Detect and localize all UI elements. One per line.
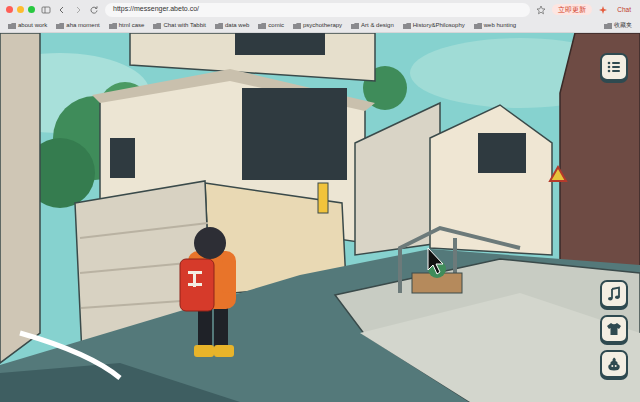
game-canvas[interactable] bbox=[0, 33, 640, 402]
folder-icon bbox=[258, 23, 266, 29]
music-note-icon bbox=[606, 286, 622, 302]
close-icon[interactable] bbox=[6, 6, 13, 13]
bookmark-label[interactable]: Chat with Tabbit bbox=[163, 21, 206, 30]
emote-button[interactable] bbox=[600, 350, 628, 378]
folder-label[interactable]: 收藏夹 bbox=[614, 21, 632, 30]
bookmark-label[interactable]: html case bbox=[119, 21, 145, 30]
bookmark-label[interactable]: aha moment bbox=[66, 21, 99, 30]
player-character[interactable] bbox=[180, 227, 236, 357]
update-button[interactable]: 立即更新 bbox=[552, 4, 592, 16]
shirt-icon bbox=[606, 321, 622, 337]
bookmark-item[interactable]: html case bbox=[109, 21, 145, 30]
toolbar: https://messenger.abeto.co/ 立即更新 Chat bbox=[0, 0, 640, 19]
music-button[interactable] bbox=[600, 280, 628, 308]
back-icon[interactable] bbox=[57, 5, 67, 15]
star-icon[interactable] bbox=[536, 5, 546, 15]
street-scene[interactable] bbox=[0, 33, 640, 402]
folder-icon bbox=[293, 23, 301, 29]
chat-button[interactable]: Chat bbox=[614, 4, 634, 16]
minimize-icon[interactable] bbox=[17, 6, 24, 13]
reload-icon[interactable] bbox=[89, 5, 99, 15]
menu-button[interactable] bbox=[600, 53, 628, 81]
folder-icon bbox=[215, 23, 223, 29]
bookmark-item[interactable]: web hunting bbox=[474, 21, 516, 30]
forward-icon[interactable] bbox=[73, 5, 83, 15]
folder-icon bbox=[153, 23, 161, 29]
window-controls bbox=[6, 6, 35, 13]
game-controls bbox=[600, 280, 628, 378]
spark-icon[interactable] bbox=[598, 5, 608, 15]
bookmark-label[interactable]: psychotherapy bbox=[303, 21, 342, 30]
bookmark-label[interactable]: web hunting bbox=[484, 21, 516, 30]
bookmark-label[interactable]: about work bbox=[18, 21, 47, 30]
outfit-button[interactable] bbox=[600, 315, 628, 343]
cursor-icon bbox=[428, 248, 443, 274]
sidebar-icon[interactable] bbox=[41, 5, 51, 15]
bookmark-label[interactable]: comic bbox=[268, 21, 284, 30]
folder-icon bbox=[351, 23, 359, 29]
bookmark-item[interactable]: aha moment bbox=[56, 21, 99, 30]
bookmark-item[interactable]: History&Philosophy bbox=[403, 21, 465, 30]
bookmarks-folder[interactable]: 收藏夹 bbox=[604, 21, 632, 30]
bookmark-list: about work aha moment html case Chat with T… bbox=[8, 21, 595, 30]
bookmark-item[interactable]: about work bbox=[8, 21, 47, 30]
list-icon bbox=[606, 59, 622, 75]
folder-icon bbox=[604, 23, 612, 29]
address-bar[interactable]: https://messenger.abeto.co/ bbox=[105, 3, 530, 17]
bookmark-label[interactable]: Art & design bbox=[361, 21, 394, 30]
browser-window: https://messenger.abeto.co/ 立即更新 Chat ab… bbox=[0, 0, 640, 402]
bookmark-item[interactable]: comic bbox=[258, 21, 284, 30]
folder-icon bbox=[56, 23, 64, 29]
bookmark-label[interactable]: History&Philosophy bbox=[413, 21, 465, 30]
bookmark-item[interactable]: data web bbox=[215, 21, 249, 30]
url-text[interactable]: https://messenger.abeto.co/ bbox=[113, 4, 199, 15]
bookmark-item[interactable]: Art & design bbox=[351, 21, 394, 30]
bookmarks-bar: about work aha moment html case Chat with T… bbox=[0, 19, 640, 33]
folder-icon bbox=[8, 23, 16, 29]
folder-icon bbox=[474, 23, 482, 29]
poop-icon bbox=[606, 356, 622, 372]
bookmark-item[interactable]: psychotherapy bbox=[293, 21, 342, 30]
bookmark-label[interactable]: data web bbox=[225, 21, 249, 30]
menu-area bbox=[600, 53, 628, 81]
bookmark-item[interactable]: Chat with Tabbit bbox=[153, 21, 206, 30]
folder-icon bbox=[109, 23, 117, 29]
folder-icon bbox=[403, 23, 411, 29]
zoom-icon[interactable] bbox=[28, 6, 35, 13]
